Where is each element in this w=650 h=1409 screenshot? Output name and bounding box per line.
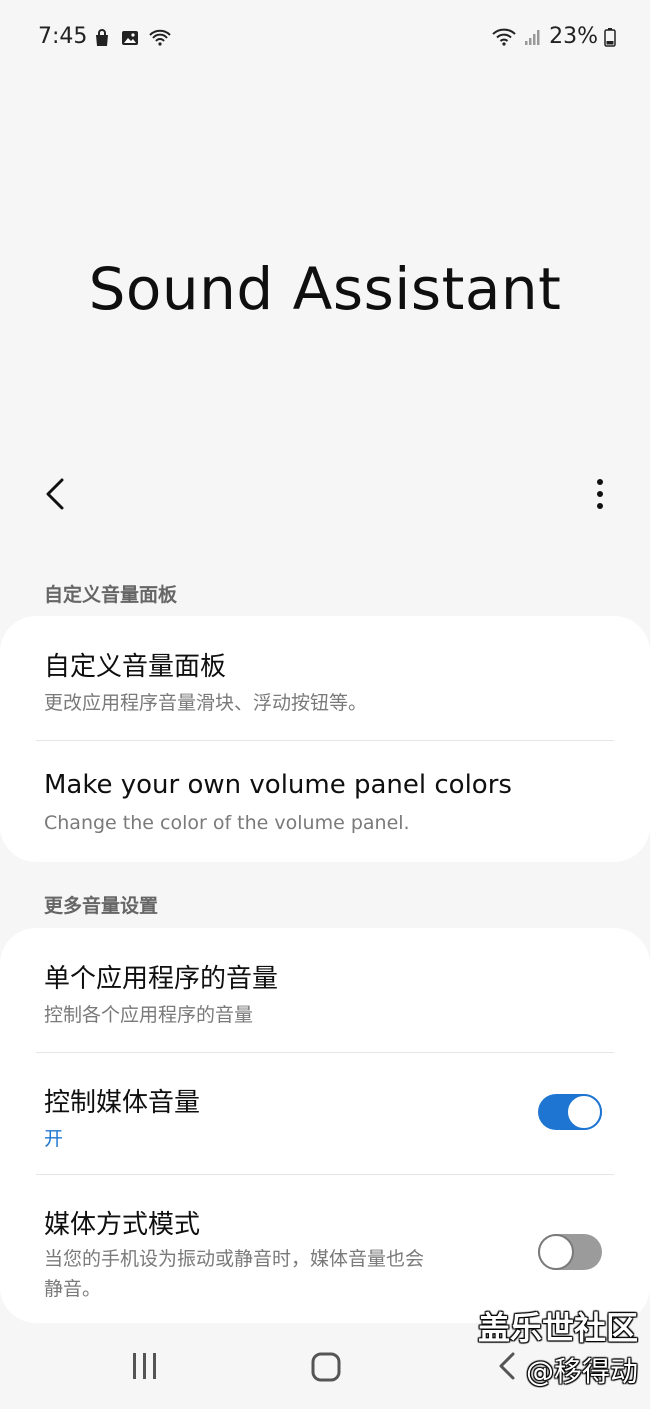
row-title: 媒体方式模式 — [44, 1210, 201, 1240]
row-subtitle: 更改应用程序音量滑块、浮动按钮等。 — [44, 692, 368, 714]
watermark-line2: @移得动 — [525, 1355, 638, 1388]
toolbar — [0, 470, 650, 520]
row-title: 单个应用程序的音量 — [44, 964, 279, 994]
image-icon — [122, 31, 138, 45]
row-status-on: 开 — [44, 1128, 64, 1150]
status-left-icons — [92, 28, 172, 48]
list-item-panel-colors[interactable]: Make your own volume panel colors Change… — [0, 740, 650, 862]
media-mode-toggle[interactable] — [538, 1234, 602, 1270]
row-title: 控制媒体音量 — [44, 1088, 201, 1118]
row-subtitle: 控制各个应用程序的音量 — [44, 1004, 254, 1026]
more-vert-icon[interactable] — [592, 476, 608, 512]
list-item-media-mode[interactable]: 媒体方式模式 当您的手机设为振动或静音时，媒体音量也会 静音。 — [0, 1174, 650, 1323]
status-right: 23% — [491, 24, 616, 49]
bag-icon — [96, 29, 108, 46]
row-title: Make your own volume panel colors — [44, 770, 512, 800]
toggle-knob — [538, 1234, 574, 1270]
toggle-knob — [566, 1094, 602, 1130]
watermark-line1: 盖乐世社区 — [477, 1309, 638, 1347]
row-title: 自定义音量面板 — [44, 652, 227, 682]
chevron-left-icon[interactable] — [36, 474, 76, 514]
signal-icon — [525, 29, 540, 45]
status-bar: 7:45 23% — [0, 0, 650, 76]
card-more-volume-settings: 单个应用程序的音量 控制各个应用程序的音量 控制媒体音量 开 媒体方式模式 当您… — [0, 928, 650, 1323]
page-title: Sound Assistant — [88, 255, 562, 323]
section-header-custom-volume-panel: 自定义音量面板 — [44, 584, 178, 606]
list-item-custom-volume-panel[interactable]: 自定义音量面板 更改应用程序音量滑块、浮动按钮等。 — [0, 616, 650, 740]
card-custom-volume-panel: 自定义音量面板 更改应用程序音量滑块、浮动按钮等。 Make your own … — [0, 616, 650, 862]
battery-level: 23% — [549, 24, 598, 49]
home-icon[interactable] — [310, 1351, 342, 1383]
wifi-icon — [492, 28, 516, 46]
row-subtitle-line1: 当您的手机设为振动或静音时，媒体音量也会 — [44, 1248, 425, 1270]
media-volume-toggle[interactable] — [538, 1094, 602, 1130]
recent-apps-icon[interactable] — [130, 1351, 160, 1381]
wifi-calling-icon — [149, 29, 171, 46]
section-header-more-volume-settings: 更多音量设置 — [44, 895, 159, 917]
list-item-individual-app-volume[interactable]: 单个应用程序的音量 控制各个应用程序的音量 — [0, 928, 650, 1052]
back-icon[interactable] — [495, 1351, 519, 1381]
status-time: 7:45 — [38, 24, 88, 49]
list-item-control-media-volume[interactable]: 控制媒体音量 开 — [0, 1052, 650, 1174]
row-subtitle-line2: 静音。 — [44, 1278, 102, 1300]
row-subtitle: Change the color of the volume panel. — [44, 812, 410, 834]
battery-icon — [604, 27, 616, 47]
